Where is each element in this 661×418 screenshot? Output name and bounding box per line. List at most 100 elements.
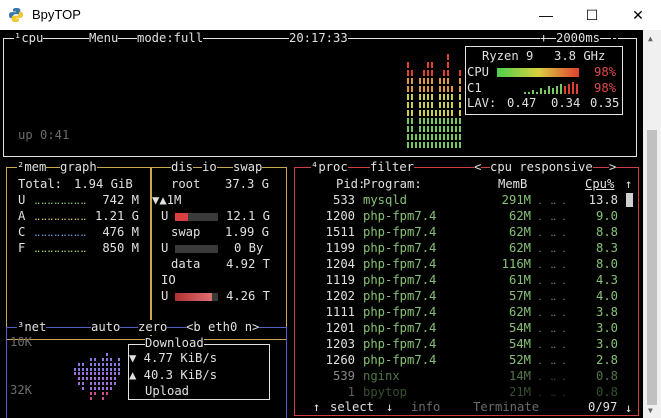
interface-selector[interactable]: <b eth0 n> bbox=[186, 320, 260, 335]
scroll-thumb[interactable] bbox=[647, 130, 657, 405]
root-io: ▼▲1M bbox=[152, 193, 182, 207]
maximize-button[interactable]: ☐ bbox=[569, 0, 615, 30]
scroll-down-icon[interactable]: ▼ bbox=[648, 406, 653, 415]
net-download-dot bbox=[78, 368, 80, 371]
mem-row-value: 850 M bbox=[102, 241, 139, 255]
disks-tag[interactable]: dis bbox=[171, 160, 194, 175]
cpu-graph-dot bbox=[407, 70, 409, 76]
net-download-dot bbox=[90, 368, 92, 371]
sort-next-button[interactable]: > bbox=[609, 160, 617, 175]
menu-button[interactable]: Menu bbox=[89, 31, 119, 46]
terminate-button[interactable]: Terminate bbox=[473, 400, 540, 415]
cpu-graph-dot bbox=[431, 70, 433, 76]
column-program[interactable]: Program: bbox=[363, 177, 422, 192]
net-download-dot bbox=[82, 363, 84, 366]
select-down-icon[interactable]: ↓ bbox=[386, 400, 394, 415]
window-scrollbar[interactable]: ▲ ▼ bbox=[643, 30, 661, 418]
proc-scroll-up-icon[interactable]: ↑ bbox=[625, 177, 632, 192]
net-download-dot bbox=[74, 368, 76, 371]
cpu-graph-dot bbox=[435, 142, 437, 148]
proc-program: php-fpm7.4 bbox=[363, 209, 437, 223]
core1-graph-bar bbox=[544, 90, 546, 94]
close-button[interactable]: ✕ bbox=[615, 0, 661, 30]
scroll-up-icon[interactable]: ▲ bbox=[648, 34, 653, 43]
proc-pid: 1111 bbox=[325, 305, 355, 319]
cpu-graph-dot bbox=[407, 62, 409, 68]
cpu-graph-dot bbox=[439, 126, 441, 132]
cpu-graph-dot bbox=[427, 142, 429, 148]
cpu-graph-dot bbox=[447, 62, 449, 68]
net-download-dot bbox=[98, 363, 100, 366]
proc-mem: 61M bbox=[508, 273, 531, 287]
graph-toggle[interactable]: graph bbox=[60, 160, 97, 175]
mem-tag[interactable]: ²mem bbox=[17, 160, 47, 175]
cpu-graph-dot bbox=[419, 134, 421, 140]
cpu-graph-dot bbox=[411, 118, 413, 124]
mem-row-label: C bbox=[18, 225, 26, 239]
net-upload-dot bbox=[110, 372, 112, 375]
net-upload-dot bbox=[82, 372, 84, 375]
column-pid[interactable]: Pid: bbox=[336, 177, 365, 192]
core1-graph-bar bbox=[568, 84, 570, 94]
net-upload-dot bbox=[114, 382, 116, 385]
sort-mode[interactable]: cpu responsive bbox=[490, 160, 593, 175]
column-mem[interactable]: MemB bbox=[498, 177, 527, 192]
proc-scroll-down-icon[interactable]: ↓ bbox=[625, 401, 632, 416]
interval-plus-button[interactable]: + bbox=[540, 31, 548, 46]
proc-program: php-fpm7.4 bbox=[363, 305, 437, 319]
root-label: root bbox=[171, 177, 201, 191]
cpu-graph-dot bbox=[447, 78, 449, 84]
zero-toggle[interactable]: zero bbox=[138, 320, 168, 335]
proc-mem: 62M bbox=[508, 225, 531, 239]
swap-tag[interactable]: swap bbox=[233, 160, 263, 175]
mode-button[interactable]: mode:full bbox=[137, 31, 204, 46]
proc-pid: 1204 bbox=[325, 257, 355, 271]
select-up-icon[interactable]: ↑ bbox=[313, 400, 321, 415]
cpu-graph-dot bbox=[443, 126, 445, 132]
proc-pid: 1260 bbox=[325, 353, 355, 367]
net-tag[interactable]: ³net bbox=[17, 320, 47, 335]
interval-minus-button[interactable]: - bbox=[611, 31, 619, 46]
cpu-graph-dot bbox=[411, 126, 413, 132]
cpu-graph-dot bbox=[419, 86, 421, 92]
cpu-graph-dot bbox=[431, 94, 433, 100]
sort-prev-button[interactable]: < bbox=[474, 160, 482, 175]
info-button[interactable]: info bbox=[411, 400, 441, 415]
io-tag[interactable]: io bbox=[202, 160, 217, 175]
core1-graph-bar bbox=[560, 84, 562, 94]
column-cpu[interactable]: Cpu% bbox=[585, 177, 614, 192]
auto-toggle[interactable]: auto bbox=[91, 320, 121, 335]
cpu-tag[interactable]: ¹cpu bbox=[14, 31, 44, 46]
cpu-graph-dot bbox=[423, 110, 425, 116]
minimize-button[interactable]: — bbox=[523, 0, 569, 30]
net-download-dot bbox=[118, 368, 120, 371]
cpu-model: Ryzen 9 bbox=[482, 49, 534, 63]
cpu-graph-dot bbox=[423, 70, 425, 76]
cpu-graph-dot bbox=[455, 118, 457, 124]
mem-row-value: 742 M bbox=[102, 193, 139, 207]
cpu-graph-dot bbox=[423, 102, 425, 108]
cpu-graph-dot bbox=[407, 142, 409, 148]
proc-tag[interactable]: ⁴proc bbox=[311, 160, 348, 175]
select-label[interactable]: select bbox=[330, 400, 375, 415]
core1-graph-bar bbox=[552, 88, 554, 94]
proc-cpu-graph: ⡀ ⣀ ⡀ bbox=[538, 355, 569, 365]
proc-cpu-graph: ⡀ ⣀ ⡀ bbox=[538, 243, 569, 253]
cpu-graph-dot bbox=[411, 142, 413, 148]
filter-button[interactable]: filter bbox=[370, 160, 415, 175]
proc-scroll-thumb[interactable] bbox=[626, 193, 633, 207]
net-top-scale: 10K bbox=[10, 335, 33, 349]
clock: 20:17:33 bbox=[289, 31, 348, 46]
cpu-graph-dot bbox=[455, 126, 457, 132]
net-upload-dot bbox=[106, 382, 108, 385]
proc-program: bpytop bbox=[363, 385, 408, 399]
net-download-dot bbox=[110, 358, 112, 361]
data-label: data bbox=[171, 257, 201, 271]
cpu-graph-dot bbox=[439, 142, 441, 148]
mem-row-label: F bbox=[18, 241, 26, 255]
net-download-dot bbox=[94, 363, 96, 366]
cpu-graph-dot bbox=[459, 70, 461, 76]
cpu-graph-dot bbox=[431, 78, 433, 84]
net-download-dot bbox=[82, 368, 84, 371]
proc-program: php-fpm7.4 bbox=[363, 225, 437, 239]
